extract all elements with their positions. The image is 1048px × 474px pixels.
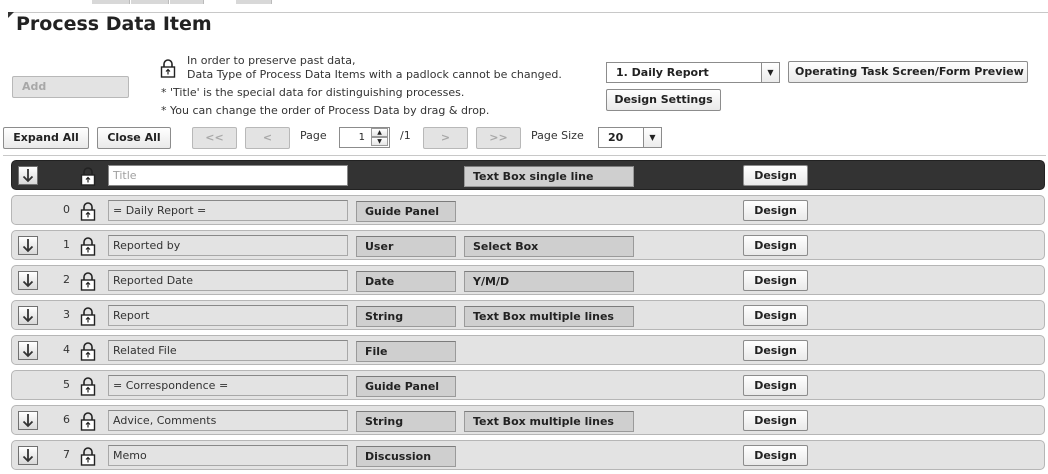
padlock-icon <box>80 411 96 434</box>
table-row[interactable]: Title Text Box single line Design <box>11 160 1045 190</box>
first-page-button[interactable]: << <box>192 127 237 149</box>
design-button[interactable]: Design <box>743 165 808 186</box>
stepper-up-icon[interactable]: ▲ <box>371 128 388 137</box>
stepper-down-icon[interactable]: ▼ <box>371 137 388 146</box>
padlock-icon <box>80 341 96 364</box>
data-type-tag: String <box>356 411 456 432</box>
table-row[interactable]: 3 Report String Text Box multiple lines … <box>11 300 1045 330</box>
expand-all-button[interactable]: Expand All <box>3 127 89 149</box>
padlock-icon <box>80 201 96 224</box>
design-button[interactable]: Design <box>743 410 808 431</box>
data-subtype-tag: Y/M/D <box>464 271 634 292</box>
item-name-field[interactable]: Title <box>108 165 348 186</box>
table-row[interactable]: 6 Advice, Comments String Text Box multi… <box>11 405 1045 435</box>
padlock-icon <box>80 236 96 259</box>
item-name-field[interactable]: Report <box>108 305 348 326</box>
data-type-tag: Guide Panel <box>356 376 456 397</box>
table-row[interactable]: 1 Reported by User Select Box Design <box>11 230 1045 260</box>
data-subtype-tag: Text Box multiple lines <box>464 411 634 432</box>
item-name-field[interactable]: Related File <box>108 340 348 361</box>
expand-arrow-icon[interactable] <box>18 236 38 255</box>
process-select-value: 1. Daily Report <box>616 66 709 79</box>
design-button[interactable]: Design <box>743 270 808 291</box>
padlock-icon <box>80 166 96 189</box>
item-name-field[interactable]: = Daily Report = <box>108 200 348 221</box>
design-button[interactable]: Design <box>743 340 808 361</box>
chevron-down-icon[interactable]: ▼ <box>643 128 661 147</box>
last-page-button[interactable]: >> <box>476 127 521 149</box>
prev-page-button[interactable]: < <box>245 127 290 149</box>
expand-arrow-icon[interactable] <box>18 306 38 325</box>
design-settings-button[interactable]: Design Settings <box>606 89 721 111</box>
data-subtype-tag: Text Box single line <box>464 166 634 187</box>
page-number-stepper[interactable]: 1 ▲ ▼ <box>339 127 390 148</box>
add-button[interactable]: Add <box>12 76 129 98</box>
padlock-icon <box>80 446 96 469</box>
padlock-icon <box>80 271 96 294</box>
page-size-value: 20 <box>608 131 624 144</box>
page-size-select[interactable]: 20 ▼ <box>598 127 662 148</box>
row-number: 1 <box>63 238 70 251</box>
design-button[interactable]: Design <box>743 305 808 326</box>
design-button[interactable]: Design <box>743 375 808 396</box>
data-type-tag: File <box>356 341 456 362</box>
item-name-field[interactable]: Memo <box>108 445 348 466</box>
row-number: 4 <box>63 343 70 356</box>
table-row[interactable]: 4 Related File File Design <box>11 335 1045 365</box>
row-number: 7 <box>63 448 70 461</box>
item-name-field[interactable]: Reported Date <box>108 270 348 291</box>
table-row[interactable]: 0 = Daily Report = Guide Panel Design <box>11 195 1045 225</box>
page-total: /1 <box>400 129 411 142</box>
data-type-tag: String <box>356 306 456 327</box>
table-row[interactable]: 5 = Correspondence = Guide Panel Design <box>11 370 1045 400</box>
table-row[interactable]: 7 Memo Discussion Design <box>11 440 1045 470</box>
chevron-down-icon[interactable]: ▼ <box>761 63 779 82</box>
expand-arrow-icon[interactable] <box>18 341 38 360</box>
data-subtype-tag: Text Box multiple lines <box>464 306 634 327</box>
order-note: * You can change the order of Process Da… <box>161 104 490 117</box>
form-preview-button[interactable]: Operating Task Screen/Form Preview <box>788 61 1028 83</box>
data-type-tag: User <box>356 236 456 257</box>
page-label: Page <box>300 129 327 142</box>
data-type-tag: Date <box>356 271 456 292</box>
item-name-field[interactable]: = Correspondence = <box>108 375 348 396</box>
item-name-field[interactable]: Reported by <box>108 235 348 256</box>
padlock-icon <box>80 306 96 329</box>
title-note: * 'Title' is the special data for distin… <box>161 86 465 99</box>
item-name-field[interactable]: Advice, Comments <box>108 410 348 431</box>
table-row[interactable]: 2 Reported Date Date Y/M/D Design <box>11 265 1045 295</box>
padlock-notice-line1: In order to preserve past data, <box>187 54 356 67</box>
close-all-button[interactable]: Close All <box>97 127 171 149</box>
expand-arrow-icon[interactable] <box>18 446 38 465</box>
data-type-tag: Discussion <box>356 446 456 467</box>
row-number: 3 <box>63 308 70 321</box>
page-title: Process Data Item <box>16 13 212 35</box>
page-number-value: 1 <box>358 132 365 143</box>
row-number: 5 <box>63 378 70 391</box>
row-number: 0 <box>63 203 70 216</box>
design-button[interactable]: Design <box>743 235 808 256</box>
data-type-tag: Guide Panel <box>356 201 456 222</box>
process-select[interactable]: 1. Daily Report ▼ <box>606 62 780 83</box>
next-page-button[interactable]: > <box>423 127 468 149</box>
design-button[interactable]: Design <box>743 445 808 466</box>
top-tab-strip <box>0 0 1048 4</box>
row-number: 2 <box>63 273 70 286</box>
expand-arrow-icon[interactable] <box>18 271 38 290</box>
page-size-label: Page Size <box>531 129 584 142</box>
padlock-notice-line2: Data Type of Process Data Items with a p… <box>187 68 562 81</box>
row-number: 6 <box>63 413 70 426</box>
padlock-icon <box>160 58 176 81</box>
expand-arrow-icon[interactable] <box>18 411 38 430</box>
design-button[interactable]: Design <box>743 200 808 221</box>
data-subtype-tag: Select Box <box>464 236 634 257</box>
padlock-icon <box>80 376 96 399</box>
expand-arrow-icon[interactable] <box>18 166 38 185</box>
corner-marker-icon <box>8 12 14 18</box>
